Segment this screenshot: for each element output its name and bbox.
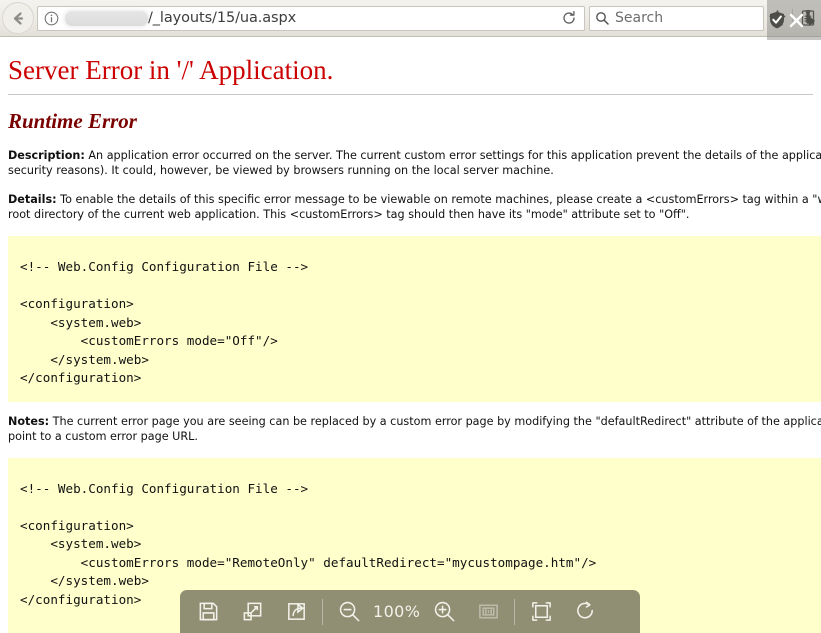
notes-label: Notes: <box>8 414 50 428</box>
info-circle-icon[interactable] <box>44 11 59 26</box>
code-block-off: <!-- Web.Config Configuration File --> <… <box>8 236 821 402</box>
zoom-out-icon <box>339 601 359 622</box>
back-arrow-icon <box>13 11 23 25</box>
toolbar-separator-2 <box>514 598 516 625</box>
reload-button[interactable] <box>558 7 580 29</box>
resize-button[interactable] <box>230 590 274 633</box>
reload-icon <box>563 10 575 24</box>
rotate-button[interactable] <box>563 590 607 633</box>
close-x-icon[interactable] <box>787 11 806 30</box>
zoom-in-icon <box>434 601 455 622</box>
zoom-level-label: 100% <box>373 602 421 621</box>
description-text: An application error occurred on the ser… <box>8 149 821 177</box>
details-paragraph: Details: To enable the details of this s… <box>8 192 821 222</box>
page-title: Server Error in '/' Application. <box>8 55 813 95</box>
url-text: /_layouts/15/ua.aspx <box>148 10 297 26</box>
zoom-out-button[interactable] <box>327 590 371 633</box>
floppy-save-icon <box>199 602 217 621</box>
back-button[interactable] <box>2 2 34 34</box>
zoom-in-button[interactable] <box>422 590 466 633</box>
url-bar[interactable]: /_layouts/15/ua.aspx <box>37 5 585 31</box>
export-share-icon <box>287 602 305 620</box>
description-paragraph: Description: An application error occurr… <box>8 148 821 178</box>
actual-size-button[interactable] <box>466 590 510 633</box>
details-label: Details: <box>8 193 57 206</box>
url-redaction-block <box>65 10 148 26</box>
description-label: Description: <box>8 149 85 162</box>
search-icon <box>596 12 609 25</box>
rotate-icon <box>576 601 593 619</box>
fit-to-screen-icon <box>531 602 551 621</box>
error-subtitle: Runtime Error <box>8 109 137 133</box>
toolbar-separator <box>322 598 323 625</box>
notes-text: The current error page you are seeing ca… <box>8 414 821 443</box>
resize-image-icon <box>243 602 261 621</box>
screenshot-toolbar: 100% <box>180 590 640 633</box>
details-text: To enable the details of this specific e… <box>8 193 821 221</box>
search-bar[interactable]: Search <box>589 5 764 31</box>
arrow-icon[interactable] <box>806 10 820 30</box>
shield-check-icon[interactable] <box>767 10 787 30</box>
fit-to-screen-button[interactable] <box>519 590 563 633</box>
page-content: Server Error in '/' Application. Runtime… <box>0 37 821 633</box>
save-button[interactable] <box>186 590 230 633</box>
search-placeholder: Search <box>615 10 664 26</box>
notes-paragraph: Notes: The current error page you are se… <box>8 414 821 444</box>
browser-toolbar: /_layouts/15/ua.aspx Search <box>0 0 821 37</box>
export-button[interactable] <box>274 590 318 633</box>
capture-overlay-controls <box>767 0 821 40</box>
actual-size-1to1-icon <box>478 604 498 619</box>
